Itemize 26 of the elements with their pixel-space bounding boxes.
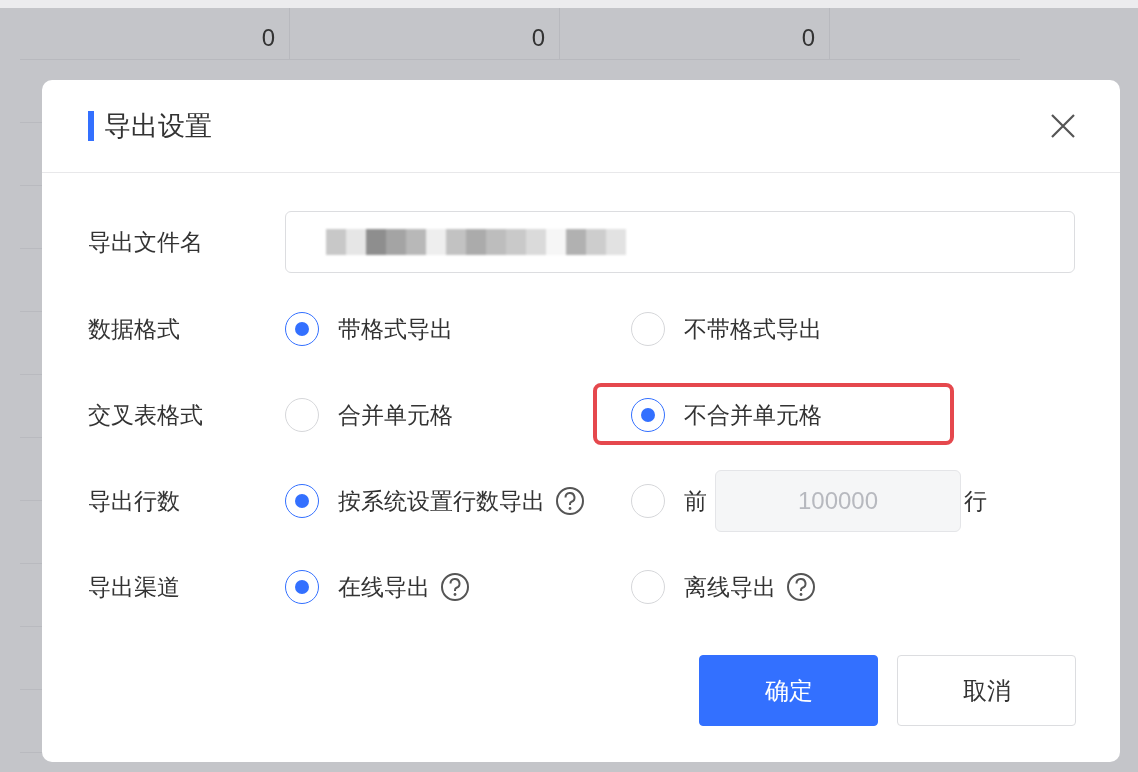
option-label[interactable]: 合并单元格 <box>338 397 453 433</box>
cancel-button[interactable]: 取消 <box>897 655 1076 726</box>
field-label: 数据格式 <box>88 314 181 344</box>
option-label[interactable]: 不带格式导出 <box>684 311 822 347</box>
help-icon[interactable] <box>440 572 470 602</box>
option-label[interactable]: 前 <box>684 483 707 519</box>
field-label: 导出文件名 <box>88 227 204 257</box>
table-cell: 0 <box>290 8 560 59</box>
option-label[interactable]: 在线导出 <box>338 569 430 605</box>
confirm-button[interactable]: 确定 <box>699 655 878 726</box>
close-icon[interactable] <box>1050 113 1076 139</box>
option-label[interactable]: 不合并单元格 <box>684 397 822 433</box>
help-icon[interactable] <box>786 572 816 602</box>
table-cell: 0 <box>20 8 290 59</box>
unit-label: 行 <box>964 486 987 516</box>
option-label[interactable]: 带格式导出 <box>338 311 453 347</box>
field-label: 导出行数 <box>88 486 181 516</box>
help-icon[interactable] <box>555 486 585 516</box>
field-label: 导出渠道 <box>88 572 181 602</box>
option-label[interactable]: 离线导出 <box>684 569 776 605</box>
file-name-field[interactable] <box>285 211 1075 273</box>
dialog-title: 导出设置 <box>104 109 213 143</box>
field-label: 交叉表格式 <box>88 400 204 430</box>
option-label[interactable]: 按系统设置行数导出 <box>338 483 545 519</box>
title-accent-bar <box>88 111 94 141</box>
table-cell: 0 <box>560 8 830 59</box>
